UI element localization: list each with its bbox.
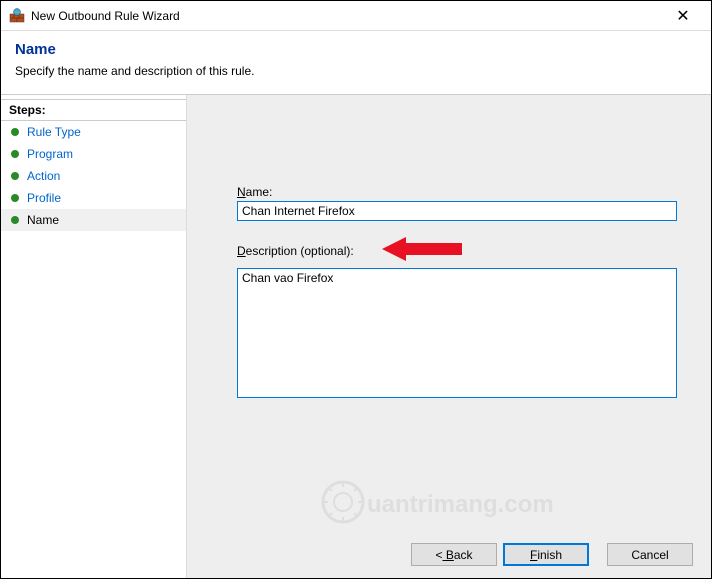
step-program[interactable]: Program <box>1 143 186 165</box>
arrow-annotation-icon <box>382 235 462 266</box>
main-panel: Name: Description (optional): <box>187 95 711 578</box>
wizard-window: New Outbound Rule Wizard ✕ Name Specify … <box>0 0 712 579</box>
step-label: Program <box>27 147 73 161</box>
finish-button[interactable]: Finish <box>503 543 589 566</box>
form-block: Name: Description (optional): <box>237 185 681 401</box>
bullet-icon <box>11 150 19 158</box>
steps-heading: Steps: <box>1 99 186 121</box>
bullet-icon <box>11 172 19 180</box>
back-button[interactable]: < Back <box>411 543 497 566</box>
step-name[interactable]: Name <box>1 209 186 231</box>
bullet-icon <box>11 128 19 136</box>
bullet-icon <box>11 216 19 224</box>
titlebar: New Outbound Rule Wizard ✕ <box>1 1 711 31</box>
wizard-body: Steps: Rule Type Program Action Profile … <box>1 95 711 578</box>
bullet-icon <box>11 194 19 202</box>
description-label: Description (optional): <box>237 244 354 258</box>
wizard-header: Name Specify the name and description of… <box>1 31 711 95</box>
button-row: < Back Finish Cancel <box>411 543 693 566</box>
steps-sidebar: Steps: Rule Type Program Action Profile … <box>1 95 187 578</box>
cancel-button[interactable]: Cancel <box>607 543 693 566</box>
step-label: Profile <box>27 191 61 205</box>
step-profile[interactable]: Profile <box>1 187 186 209</box>
watermark: uantrimang.com <box>319 477 579 530</box>
step-rule-type[interactable]: Rule Type <box>1 121 186 143</box>
name-label: Name: <box>237 185 681 199</box>
window-title: New Outbound Rule Wizard <box>31 9 663 23</box>
firewall-icon <box>9 8 25 24</box>
close-icon: ✕ <box>676 6 689 26</box>
step-label: Name <box>27 213 59 227</box>
page-title: Name <box>15 41 697 58</box>
page-subtitle: Specify the name and description of this… <box>15 64 697 78</box>
step-label: Action <box>27 169 60 183</box>
close-button[interactable]: ✕ <box>663 2 703 30</box>
description-textarea[interactable] <box>237 268 677 398</box>
step-label: Rule Type <box>27 125 81 139</box>
svg-text:uantrimang.com: uantrimang.com <box>367 491 554 518</box>
name-input[interactable] <box>237 201 677 221</box>
step-action[interactable]: Action <box>1 165 186 187</box>
